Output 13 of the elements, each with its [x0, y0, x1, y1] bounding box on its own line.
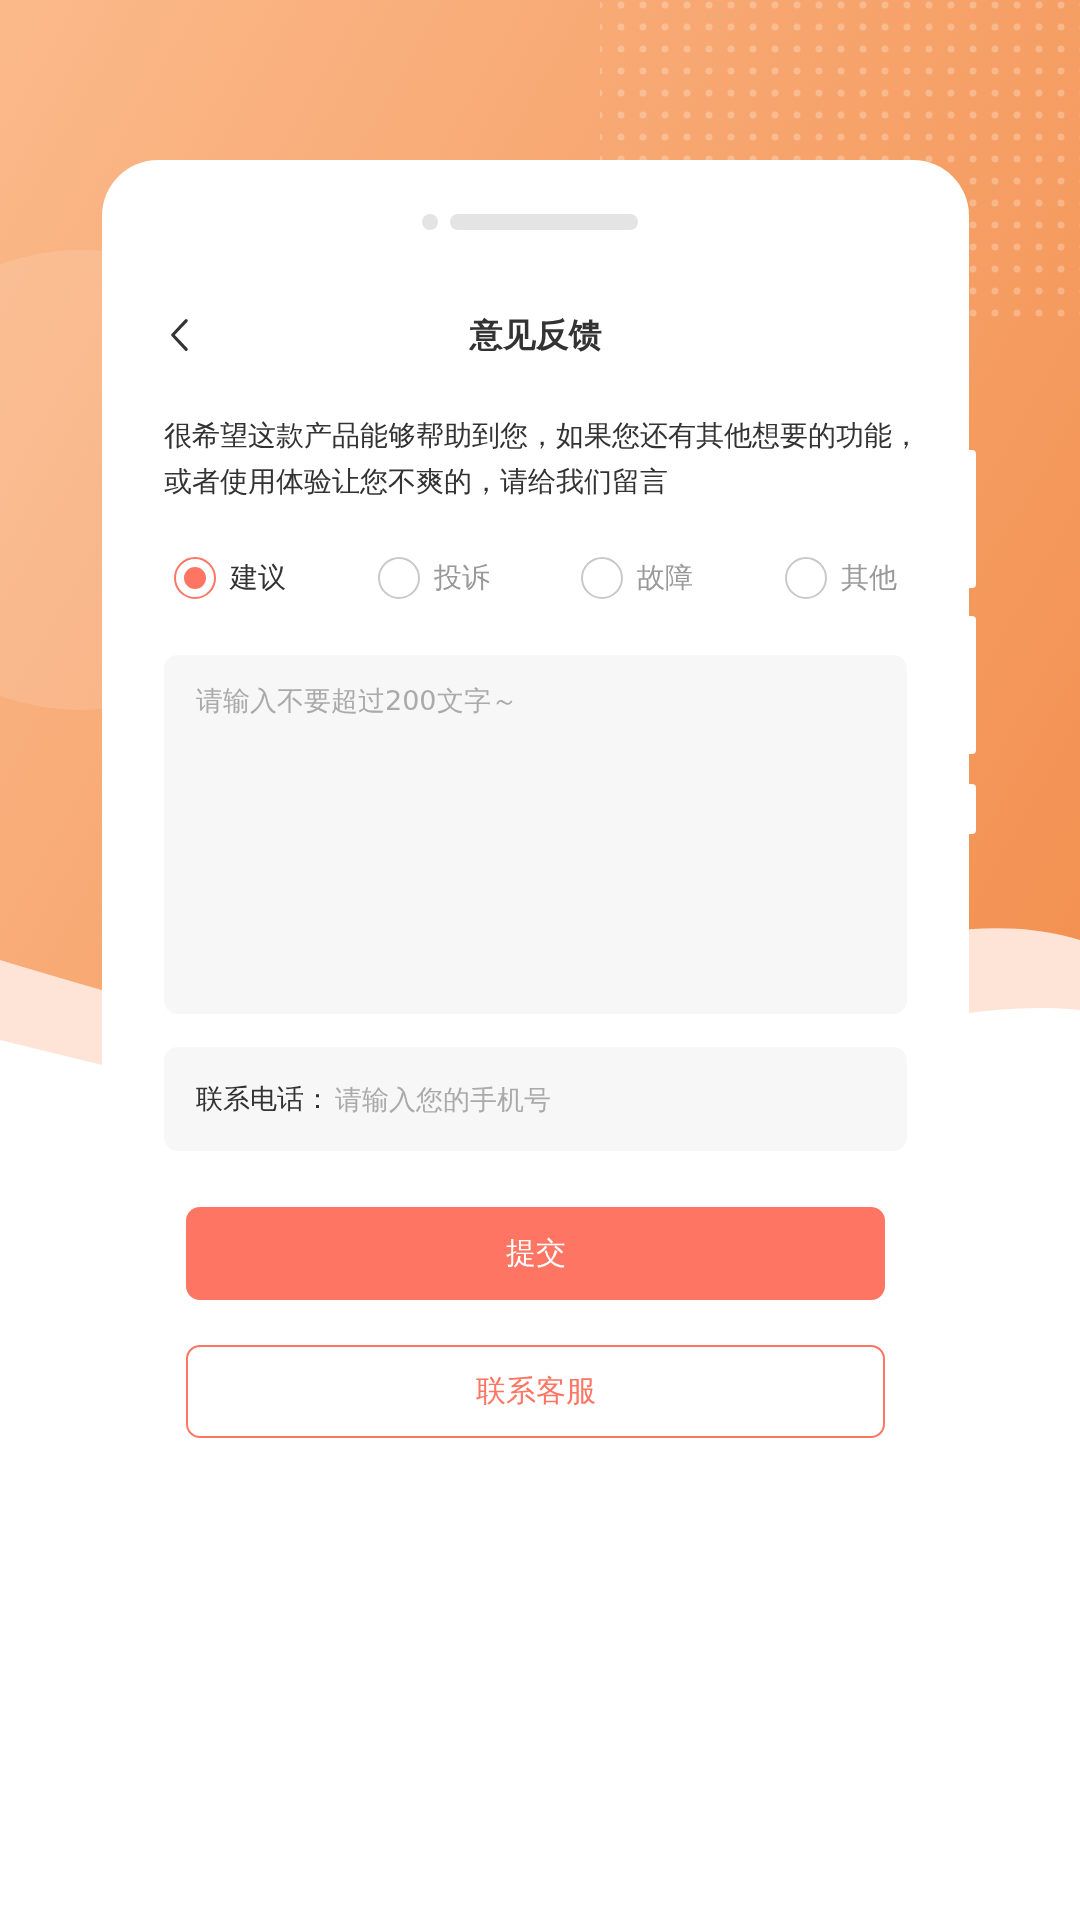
category-radio[interactable]: 投诉 [377, 557, 490, 599]
phone-input[interactable]: 请输入您的手机号 [331, 1083, 875, 1115]
intro-text: 很希望这款产品能够帮助到您，如果您还有其他想要的功能，或者使用体验让您不爽的，请给我们留言 [164, 418, 921, 500]
phone-label: 联系电话： [196, 1082, 331, 1116]
category-radio[interactable]: 其他 [784, 557, 897, 599]
page-title: 意见反馈 [469, 313, 602, 356]
contact-button[interactable]: 联系客服 [186, 1345, 885, 1438]
category-radio[interactable]: 故障 [581, 557, 694, 599]
feedback-field[interactable]: 请输入不要超过200文字～ [164, 655, 907, 1014]
submit-button[interactable]: 提交 [186, 1207, 885, 1300]
back-icon[interactable] [168, 317, 190, 353]
camera-dot [421, 214, 438, 230]
category-radio[interactable]: 建议 [174, 557, 286, 599]
